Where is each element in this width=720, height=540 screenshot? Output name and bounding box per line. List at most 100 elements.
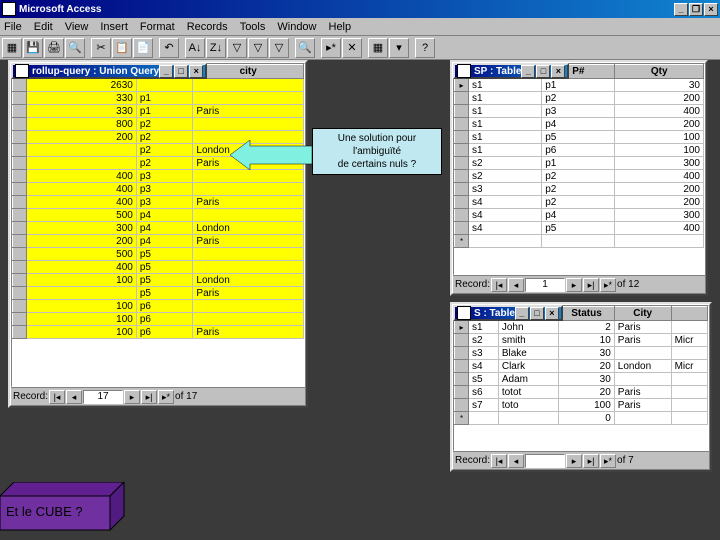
preview-button[interactable]: 🔍	[65, 38, 85, 58]
cell[interactable]	[193, 300, 304, 313]
cell[interactable]: 300	[615, 209, 704, 222]
cell[interactable]	[193, 170, 304, 183]
cell[interactable]: 200	[27, 235, 137, 248]
cell[interactable]: p5	[136, 274, 193, 287]
menu-window[interactable]: Window	[277, 21, 316, 33]
row-selector[interactable]	[13, 209, 27, 222]
cell[interactable]	[193, 261, 304, 274]
view-button[interactable]: ▦	[2, 38, 22, 58]
cell[interactable]: London	[193, 274, 304, 287]
cell[interactable]	[469, 412, 499, 425]
sp-titlebar[interactable]: SP : Table _ □ ×	[453, 63, 569, 79]
row-selector[interactable]	[13, 92, 27, 105]
cell[interactable]: Paris	[193, 287, 304, 300]
cell[interactable]	[27, 287, 137, 300]
menu-insert[interactable]: Insert	[100, 21, 128, 33]
row-selector[interactable]	[455, 399, 469, 412]
cell[interactable]: s6	[469, 386, 499, 399]
row-selector[interactable]	[13, 248, 27, 261]
remove-filter-button[interactable]: ▽	[269, 38, 289, 58]
nav-new[interactable]: ▸*	[600, 454, 616, 468]
cell[interactable]	[193, 209, 304, 222]
cell[interactable]: 300	[27, 222, 137, 235]
cell[interactable]: p1	[542, 79, 615, 92]
paste-button[interactable]: 📄	[133, 38, 153, 58]
row-selector[interactable]	[455, 222, 469, 235]
cell[interactable]: s2	[469, 170, 542, 183]
cell[interactable]: Micr	[671, 360, 707, 373]
nav-new[interactable]: ▸*	[600, 278, 616, 292]
cell[interactable]: Paris	[614, 386, 671, 399]
row-selector[interactable]	[13, 183, 27, 196]
new-record-button[interactable]: ▸*	[321, 38, 341, 58]
cell[interactable]: toto	[498, 399, 558, 412]
cell[interactable]: 2630	[27, 79, 137, 92]
nav-last[interactable]: ▸|	[583, 454, 599, 468]
cell[interactable]: 100	[27, 300, 137, 313]
cell[interactable]: p4	[136, 209, 193, 222]
cell[interactable]: p3	[542, 105, 615, 118]
cell[interactable]: Paris	[193, 235, 304, 248]
cell[interactable]	[193, 92, 304, 105]
cell[interactable]: Paris	[614, 399, 671, 412]
cell[interactable]: p5	[542, 131, 615, 144]
row-selector[interactable]	[455, 144, 469, 157]
row-selector[interactable]: ▸	[455, 79, 469, 92]
row-selector[interactable]	[455, 170, 469, 183]
row-selector[interactable]	[455, 92, 469, 105]
cell[interactable]: p5	[136, 248, 193, 261]
cell[interactable]: s1	[469, 131, 542, 144]
cut-button[interactable]: ✂	[91, 38, 111, 58]
row-selector[interactable]	[455, 118, 469, 131]
menu-file[interactable]: File	[4, 21, 22, 33]
cell[interactable]: 20	[559, 386, 615, 399]
cell[interactable]: s3	[469, 347, 499, 360]
nav-position[interactable]: 17	[83, 390, 123, 404]
cell[interactable]: 500	[27, 209, 137, 222]
row-selector[interactable]	[455, 360, 469, 373]
nav-prev[interactable]: ◂	[66, 390, 82, 404]
cell[interactable]: p2	[136, 157, 193, 170]
cell[interactable]: totot	[498, 386, 558, 399]
cell[interactable]: 30	[559, 373, 615, 386]
cell[interactable]: s4	[469, 360, 499, 373]
row-selector[interactable]	[13, 300, 27, 313]
maximize-button[interactable]: □	[536, 65, 550, 78]
row-selector[interactable]	[455, 105, 469, 118]
cell[interactable]: s4	[469, 209, 542, 222]
cell[interactable]: Paris	[193, 196, 304, 209]
minimize-button[interactable]: _	[674, 3, 688, 16]
row-selector[interactable]	[13, 235, 27, 248]
cell[interactable]: 2	[559, 321, 615, 334]
row-selector[interactable]	[455, 157, 469, 170]
maximize-button[interactable]: □	[174, 65, 188, 78]
filter-button[interactable]: ▽	[227, 38, 247, 58]
sort-asc-button[interactable]: A↓	[185, 38, 205, 58]
s-grid[interactable]: S#SNameStatusCity▸s1John2Pariss2smith10P…	[453, 305, 709, 451]
cell[interactable]: p3	[136, 196, 193, 209]
cell[interactable]: 400	[615, 222, 704, 235]
cell[interactable]: 100	[27, 313, 137, 326]
new-object-button[interactable]: ▾	[389, 38, 409, 58]
cell[interactable]: s1	[469, 118, 542, 131]
row-selector[interactable]	[13, 287, 27, 300]
cell[interactable]: 100	[27, 326, 137, 339]
delete-record-button[interactable]: ✕	[342, 38, 362, 58]
cell[interactable]: 10	[559, 334, 615, 347]
sp-grid[interactable]: S#P#Qty▸s1p130s1p2200s1p3400s1p4200s1p51…	[453, 63, 705, 275]
cell[interactable]: Paris	[193, 105, 304, 118]
row-selector[interactable]	[13, 131, 27, 144]
row-selector[interactable]	[455, 131, 469, 144]
row-selector[interactable]	[13, 222, 27, 235]
cell[interactable]: p2	[542, 92, 615, 105]
cell[interactable]	[614, 412, 671, 425]
rollup-titlebar[interactable]: rollup-query : Union Query _ □ ×	[11, 63, 207, 79]
cell[interactable]: s1	[469, 105, 542, 118]
cell[interactable]	[136, 79, 193, 92]
close-button[interactable]: ×	[551, 65, 565, 78]
cell[interactable]: Adam	[498, 373, 558, 386]
row-selector[interactable]	[13, 105, 27, 118]
cell[interactable]: Paris	[614, 334, 671, 347]
cell[interactable]	[671, 399, 707, 412]
row-selector[interactable]	[455, 334, 469, 347]
